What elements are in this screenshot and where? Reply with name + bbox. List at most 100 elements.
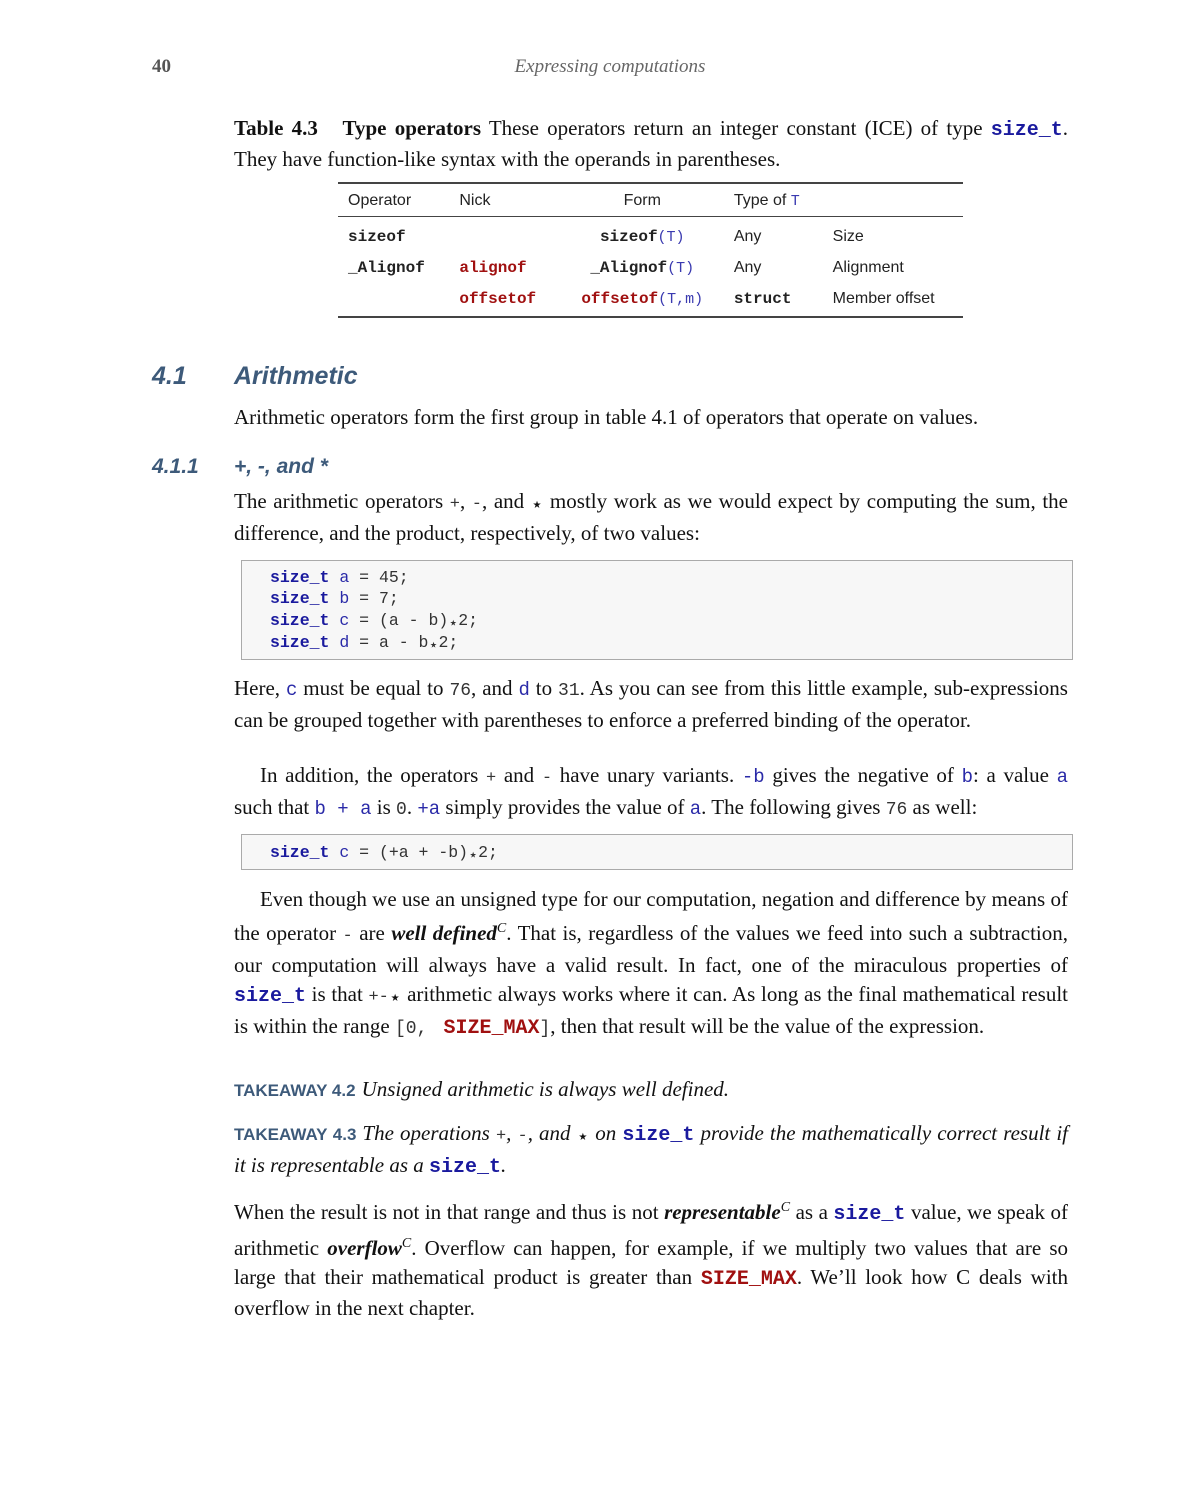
- paragraph: When the result is not in that range and…: [234, 1193, 1068, 1323]
- type-size-t: size_t: [833, 1203, 906, 1226]
- text: such that: [234, 795, 315, 819]
- takeaway-label: TAKEAWAY 4.3: [234, 1125, 357, 1144]
- table-title: Type operators: [342, 116, 481, 140]
- text: , and: [471, 676, 519, 700]
- type-var: T: [790, 193, 800, 210]
- type-size-t: size_t: [234, 985, 307, 1008]
- code-type: size_t: [270, 568, 330, 587]
- code-var: a: [339, 568, 350, 587]
- code-type: size_t: [270, 843, 330, 862]
- star-operator: ⋆: [530, 492, 544, 516]
- form-args: (T,m): [658, 290, 704, 308]
- text: on: [589, 1121, 623, 1145]
- cell-form: sizeof(T): [561, 217, 724, 252]
- range-open: [0,: [394, 1019, 439, 1039]
- cell-nick: offsetof: [459, 289, 537, 308]
- code-expr: = (+a + -b): [349, 843, 469, 862]
- section-number: 4.1: [152, 362, 187, 390]
- text: are: [352, 921, 392, 945]
- text: When the result is not in that range and…: [234, 1200, 665, 1224]
- text: The arithmetic operators: [234, 489, 450, 513]
- type-size-t: size_t: [990, 119, 1063, 142]
- running-title: Expressing computations: [514, 56, 706, 77]
- code-var: d: [339, 633, 350, 652]
- book-page: 40 Expressing computations Table 4.3 Typ…: [0, 0, 1196, 1500]
- col-header-nick: Nick: [459, 192, 491, 209]
- code-expr: 2;: [458, 611, 479, 630]
- text: : a value: [973, 763, 1057, 787]
- section-heading: 4.1 Arithmetic: [152, 362, 358, 391]
- macro-size-max: SIZE_MAX: [443, 1017, 540, 1040]
- code-var: d: [518, 679, 530, 701]
- defined-term: overflowC: [327, 1236, 411, 1260]
- section-intro: Arithmetic operators form the first grou…: [234, 405, 979, 429]
- cell-nick: [449, 217, 560, 252]
- paragraph: Even though we use an unsigned type for …: [234, 885, 1068, 1044]
- code-type: size_t: [270, 589, 330, 608]
- code-type: size_t: [270, 633, 330, 652]
- caption-text: These operators return an integer consta…: [481, 116, 991, 140]
- cell-description: Member offset: [832, 289, 935, 307]
- running-head: 40 Expressing computations: [152, 56, 1068, 82]
- code-type: size_t: [270, 611, 330, 630]
- term-marker: C: [496, 921, 507, 936]
- code-number: 0: [396, 800, 407, 820]
- col-header-operator: Operator: [348, 192, 412, 209]
- cell-operator: [338, 282, 449, 317]
- text: have unary variants.: [552, 763, 742, 787]
- table-row: offsetof offsetof(T,m) struct Member off…: [338, 282, 963, 317]
- cell-description: Size: [832, 227, 864, 245]
- code-line: size_t b = 7;: [270, 588, 1072, 609]
- code-var: c: [285, 679, 298, 701]
- text: In addition, the operators: [260, 763, 486, 787]
- text: to: [529, 676, 559, 700]
- macro-size-max: SIZE_MAX: [700, 1268, 797, 1291]
- type-operators-table: Operator Nick Form Type of T sizeof size…: [338, 182, 963, 318]
- minus-operator: -: [471, 495, 482, 514]
- text: gives the negative of: [764, 763, 962, 787]
- star-operator: ⋆: [576, 1124, 590, 1148]
- code-listing: size_t a = 45; size_t b = 7; size_t c = …: [241, 560, 1073, 660]
- term-marker: C: [780, 1200, 791, 1215]
- subsection-heading: 4.1.1 +, -, and *: [152, 455, 328, 479]
- cell-type: struct: [733, 289, 792, 308]
- code-number: 76: [885, 800, 908, 820]
- takeaway-text: Unsigned arithmetic is always well defin…: [361, 1077, 730, 1101]
- code-line: size_t c = (a - b)⋆2;: [270, 609, 1072, 632]
- text: is: [371, 795, 397, 819]
- cell-form: _Alignof(T): [561, 251, 724, 282]
- plus-operator: +: [495, 1127, 507, 1146]
- subsection-title: +, -, and *: [234, 455, 328, 478]
- code-expr: 2;: [478, 843, 498, 862]
- code-var: a: [689, 798, 702, 820]
- cell-description: Alignment: [832, 258, 904, 276]
- code-expr: +a: [417, 798, 441, 820]
- takeaway: TAKEAWAY 4.3 The operations +, -, and ⋆ o…: [234, 1119, 1068, 1182]
- defined-term: representableC: [664, 1200, 790, 1224]
- code-star: ⋆: [428, 635, 439, 654]
- code-line: size_t d = a - b⋆2;: [270, 631, 1072, 654]
- col-header-description: [823, 183, 963, 217]
- code-expr: 2;: [438, 633, 459, 652]
- table-row: sizeof sizeof(T) Any Size: [338, 217, 963, 252]
- cell-nick: alignof: [459, 258, 527, 277]
- text: and: [496, 763, 542, 787]
- code-expr: -b: [741, 766, 765, 788]
- code-number: 76: [449, 681, 472, 701]
- code-line: size_t a = 45;: [270, 567, 1072, 588]
- table-label: Table 4.3: [234, 116, 318, 140]
- code-expr: = a - b: [349, 633, 429, 652]
- table-caption: Table 4.3 Type operators These operators…: [234, 114, 1068, 174]
- text: .: [501, 1153, 507, 1177]
- code-var: c: [339, 843, 350, 862]
- type-size-t: size_t: [429, 1156, 502, 1179]
- text: as a: [790, 1200, 834, 1224]
- form-function: sizeof: [599, 227, 658, 246]
- text: , and: [482, 489, 531, 513]
- code-listing: size_t c = (+a + -b)⋆2;: [241, 834, 1073, 870]
- col-header-form: Form: [623, 192, 661, 209]
- code-star: ⋆: [448, 613, 459, 632]
- operators: +-: [368, 988, 389, 1007]
- text: as well:: [907, 795, 978, 819]
- takeaway-label: TAKEAWAY 4.2: [234, 1081, 356, 1100]
